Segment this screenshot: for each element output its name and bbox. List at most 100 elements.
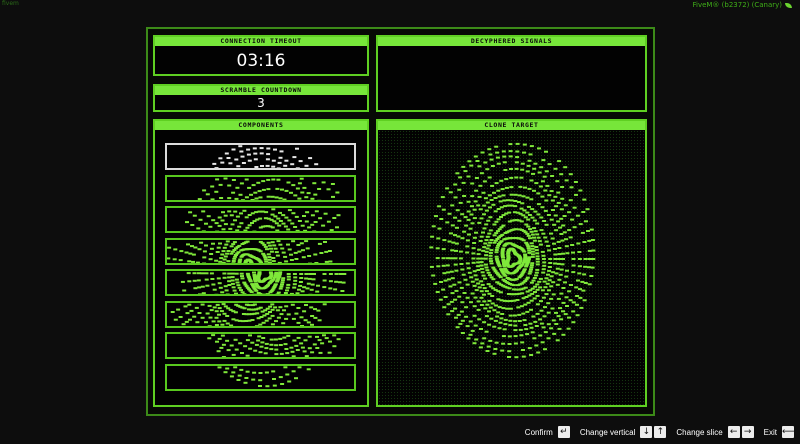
fingerprint-ridge <box>186 272 191 275</box>
fingerprint-ridge <box>446 303 451 306</box>
fingerprint-ridge <box>296 321 301 324</box>
fingerprint-ridge <box>556 240 561 243</box>
fingerprint-ridge <box>309 305 314 308</box>
hint-exit[interactable]: Exit ⟵ <box>764 426 795 438</box>
fingerprint-ridge <box>527 214 532 216</box>
fingerprint-ridge <box>578 189 583 192</box>
fingerprint-ridge <box>329 229 334 231</box>
fingerprint-ridge <box>450 224 455 227</box>
fingerprint-ridge <box>535 283 540 286</box>
component-slice[interactable] <box>165 300 356 328</box>
fingerprint-ridge <box>264 342 269 345</box>
fingerprint-ridge <box>317 339 322 342</box>
fingerprint-ridge <box>280 281 285 284</box>
component-slice[interactable] <box>165 332 356 359</box>
fingerprint-ridge <box>434 215 438 218</box>
fingerprint-ridge <box>240 291 245 294</box>
fingerprint-ridge <box>539 309 544 312</box>
fingerprint-ridge <box>222 246 227 249</box>
fingerprint-ridge <box>534 246 539 248</box>
fingerprint-ridge <box>225 262 230 263</box>
component-slice[interactable] <box>165 363 356 391</box>
fingerprint-ridge <box>230 272 235 275</box>
component-slice[interactable] <box>165 174 356 202</box>
fingerprint-ridge <box>479 264 484 267</box>
fingerprint-ridge <box>453 263 458 266</box>
fingerprint-ridge <box>492 234 497 237</box>
fingerprint-ridge <box>476 253 481 256</box>
fingerprint-ridge <box>338 273 343 275</box>
fingerprint-ridge <box>271 208 276 211</box>
fingerprint-ridge <box>509 168 513 170</box>
fingerprint-ridge <box>192 279 197 282</box>
fingerprint-ridge <box>491 287 496 290</box>
fingerprint-ridge <box>206 215 211 218</box>
component-slice[interactable] <box>165 206 356 233</box>
fingerprint-ridge <box>310 283 315 286</box>
fingerprint-ridge <box>231 317 236 320</box>
fingerprint-ridge <box>460 332 465 334</box>
fingerprint-ridge <box>493 348 498 350</box>
fingerprint-ridge <box>290 264 294 265</box>
fingerprint-ridge <box>526 225 531 228</box>
fingerprint-ridge <box>559 173 564 176</box>
fingerprint-ridge <box>524 265 529 268</box>
fingerprint-ridge <box>512 314 517 317</box>
component-slice[interactable] <box>165 143 356 170</box>
fingerprint-ridge <box>266 153 271 156</box>
fingerprint-ridge <box>496 311 501 314</box>
fingerprint-ridge <box>286 334 291 337</box>
fingerprint-ridge <box>274 295 278 296</box>
fingerprint-ridge <box>504 178 509 181</box>
fingerprint-ridge <box>195 320 200 323</box>
fingerprint-ridge <box>278 196 283 199</box>
fingerprint-ridge <box>256 292 261 294</box>
fingerprint-ridge <box>193 287 198 290</box>
fingerprint-ridge <box>535 260 540 263</box>
fingerprint-ridge <box>513 329 518 332</box>
fingerprint-ridge <box>449 232 453 235</box>
fingerprint-ridge <box>431 274 436 277</box>
fingerprint-ridge <box>251 326 255 328</box>
fingerprint-ridge <box>233 338 238 341</box>
fingerprint-ridge <box>555 339 560 342</box>
fingerprint-ridge <box>454 249 458 252</box>
fingerprint-ridge <box>560 239 565 242</box>
fingerprint-ridge <box>273 148 277 151</box>
fingerprint-ridge <box>208 263 212 265</box>
fingerprint-ridge <box>236 250 241 253</box>
fingerprint-ridge <box>315 347 320 349</box>
fingerprint-ridge <box>300 324 304 326</box>
fingerprint-ridge <box>295 187 300 189</box>
fingerprint-ridge <box>538 185 543 188</box>
fingerprint-ridge <box>521 312 526 315</box>
fingerprint-ridge <box>471 261 476 264</box>
fingerprint-ridge <box>459 310 464 313</box>
fingerprint-ridge <box>273 215 278 218</box>
fingerprint-ridge <box>167 246 172 249</box>
fingerprint-slice-image <box>197 177 343 201</box>
fingerprint-ridge <box>313 316 318 319</box>
fingerprint-ridge <box>571 264 576 267</box>
fingerprint-ridge <box>339 200 343 201</box>
hint-change-slice[interactable]: Change slice ← → <box>676 426 754 438</box>
fingerprint-ridge <box>275 308 280 311</box>
fingerprint-ridge <box>279 352 284 355</box>
fingerprint-ridge <box>508 155 513 158</box>
fingerprint-ridge <box>589 228 594 231</box>
fingerprint-ridge <box>207 337 212 340</box>
fingerprint-ridge <box>530 245 535 248</box>
hint-change-vertical[interactable]: Change vertical ↓ ↑ <box>580 426 667 438</box>
fingerprint-ridge <box>227 284 232 286</box>
component-slice[interactable] <box>165 269 356 296</box>
fingerprint-ridge <box>250 262 254 263</box>
fingerprint-ridge <box>439 281 443 283</box>
fingerprint-ridge <box>526 164 531 167</box>
fingerprint-ridge <box>180 280 185 283</box>
fingerprint-ridge <box>498 200 503 203</box>
component-slice[interactable] <box>165 237 356 265</box>
fingerprint-ridge <box>281 251 286 254</box>
fingerprint-ridge <box>553 258 558 260</box>
hint-confirm[interactable]: Confirm ↵ <box>525 426 570 438</box>
fingerprint-ridge <box>223 304 228 307</box>
